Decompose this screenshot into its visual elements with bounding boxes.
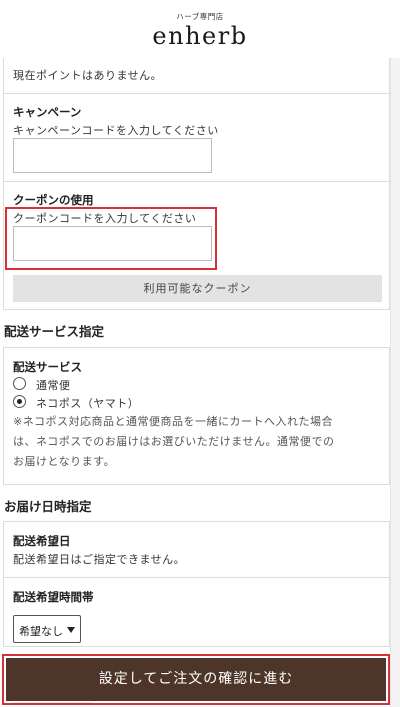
radio-regular-label: 通常便	[36, 379, 71, 392]
delivery-date-label: 配送希望日	[13, 534, 71, 548]
delivery-service-label: 配送サービス	[13, 360, 82, 374]
radio-nekopos-label: ネコポス（ヤマト）	[36, 397, 140, 410]
delivery-service-section-title: 配送サービス指定	[4, 324, 105, 339]
campaign-placeholder: キャンペーンコードを入力してください	[13, 124, 219, 137]
coupon-cell: クーポンの使用 クーポンコードを入力してください 利用可能なクーポン	[4, 181, 389, 309]
chevron-down-icon	[67, 627, 75, 633]
note-line: ※ネコポス対応商品と通常便商品を一緒にカートへ入れた場合	[13, 415, 333, 428]
delivery-time-select[interactable]: 希望なし	[13, 615, 81, 643]
note-line: お届けとなります。	[13, 455, 116, 468]
delivery-time-label: 配送希望時間帯	[13, 590, 94, 604]
campaign-title: キャンペーン	[13, 105, 82, 119]
delivery-date-text: 配送希望日はご指定できません。	[13, 553, 186, 566]
available-coupons-button[interactable]: 利用可能なクーポン	[13, 275, 382, 302]
logo-subtitle: ハーブ専門店	[176, 12, 224, 21]
campaign-code-input[interactable]	[13, 138, 212, 173]
delivery-service-box: 配送サービス 通常便 ネコポス（ヤマト） ※ネコポス対応商品と通常便商品を一緒に…	[3, 347, 390, 485]
delivery-datetime-box: 配送希望日 配送希望日はご指定できません。 配送希望時間帯 希望なし	[3, 521, 390, 647]
site-logo[interactable]: enherb	[0, 22, 400, 50]
delivery-datetime-section-title: お届け日時指定	[4, 499, 92, 514]
note-line: は、ネコポスでのお届けはお選びいただけません。通常便での	[13, 435, 335, 448]
coupon-placeholder: クーポンコードを入力してください	[13, 212, 197, 225]
coupon-title: クーポンの使用	[13, 193, 94, 207]
radio-selected-dot	[17, 399, 22, 404]
points-text: 現在ポイントはありません。	[13, 69, 163, 82]
nekopos-note: ※ネコポス対応商品と通常便商品を一緒にカートへ入れた場合 は、ネコポスでのお届け…	[13, 412, 383, 472]
campaign-cell: キャンペーン キャンペーンコードを入力してください	[4, 93, 389, 181]
coupon-code-input[interactable]	[13, 226, 212, 261]
delivery-time-cell: 配送希望時間帯 希望なし	[4, 577, 389, 647]
proceed-to-confirm-button[interactable]: 設定してご注文の確認に進む	[6, 658, 386, 701]
discount-box: 現在ポイントはありません。 キャンペーン キャンペーンコードを入力してください …	[3, 58, 390, 310]
delivery-time-select-value: 希望なし	[19, 625, 63, 638]
radio-nekopos[interactable]	[13, 395, 26, 408]
scrollbar[interactable]	[390, 58, 400, 707]
radio-regular[interactable]	[13, 377, 26, 390]
site-header: ハーブ専門店 enherb	[0, 0, 400, 58]
